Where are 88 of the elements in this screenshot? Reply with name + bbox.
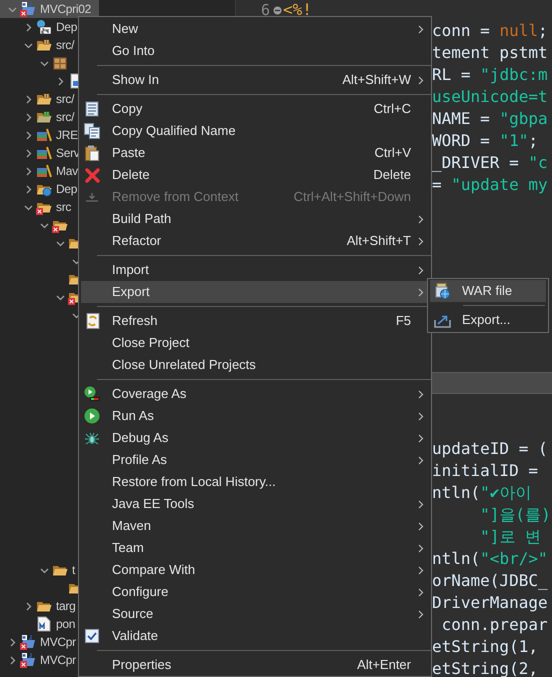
code-text: conn = null;	[432, 20, 548, 42]
tree-item[interactable]: pon	[0, 615, 84, 633]
menu-item[interactable]: WAR file	[430, 280, 546, 302]
archive-globe-icon	[434, 283, 450, 299]
chevron-right-icon[interactable]	[24, 148, 32, 158]
menu-item[interactable]: Validate	[81, 625, 429, 647]
code-text: useUnicode=t	[432, 86, 548, 108]
menu-item[interactable]: Go Into	[81, 40, 429, 62]
code-text: <%!	[283, 0, 312, 21]
code-text: RL = "jdbc:m	[432, 64, 548, 86]
tree-item[interactable]: targ	[0, 597, 84, 615]
chevron-right-icon[interactable]	[24, 22, 32, 32]
code-text: initialID =	[432, 460, 539, 482]
chevron-down-icon[interactable]	[8, 4, 16, 14]
code-text: orName(JDBC_	[432, 570, 548, 592]
code-text: etString(1,	[432, 636, 538, 658]
tree-item[interactable]: MVCpri02	[0, 0, 99, 18]
menu-item[interactable]: Configure	[81, 581, 429, 603]
menu-item[interactable]: Source	[81, 603, 429, 625]
code-text: tement pstmt	[432, 42, 548, 64]
tree-item[interactable]: t	[0, 561, 84, 579]
chevron-down-icon[interactable]	[40, 58, 48, 68]
code-text: = "update my	[432, 174, 548, 196]
menu-item[interactable]: Properties Alt+Enter	[81, 654, 429, 676]
code-text: conn.prepar	[440, 614, 548, 636]
chevron-down-icon[interactable]	[56, 238, 64, 248]
line-number: 6	[261, 0, 270, 21]
code-text: _DRIVER = "c	[432, 152, 548, 174]
tree-item[interactable]: src	[0, 198, 80, 216]
menu-item[interactable]: Import	[81, 259, 429, 281]
tree-item[interactable]: src/	[0, 90, 82, 108]
refresh-icon	[84, 313, 100, 329]
chevron-down-icon[interactable]	[40, 220, 48, 230]
code-text: updateID = (	[432, 438, 548, 460]
menu-item[interactable]: Close Unrelated Projects	[81, 354, 429, 376]
code-text: ntln("<br/>"	[432, 548, 548, 570]
menu-item[interactable]: Profile As	[81, 449, 429, 471]
menu-item[interactable]: Maven	[81, 515, 429, 537]
menu-item[interactable]: Refactor Alt+Shift+T	[81, 230, 429, 252]
tree-item[interactable]: src/	[0, 108, 82, 126]
code-text: ntln("✔아이	[432, 482, 532, 504]
menu-item[interactable]: Debug As	[81, 427, 429, 449]
menu-item[interactable]: Coverage As	[81, 383, 429, 405]
chevron-right-icon[interactable]	[24, 112, 32, 122]
code-text: WORD = "1";	[432, 130, 538, 152]
copy-icon	[84, 123, 100, 139]
menu-item[interactable]: Run As	[81, 405, 429, 427]
menu-item[interactable]: Copy Ctrl+C	[81, 98, 429, 120]
chevron-down-icon[interactable]	[24, 202, 32, 212]
code-text: "]을(를)	[479, 504, 551, 526]
chevron-right-icon[interactable]	[56, 76, 64, 86]
chevron-right-icon[interactable]	[24, 166, 32, 176]
chevron-right-icon[interactable]	[24, 602, 32, 610]
clipboard-icon	[85, 145, 99, 161]
copy-icon	[85, 101, 99, 117]
chevron-down-icon[interactable]	[24, 40, 32, 50]
tree-item[interactable]: MVCpr	[0, 633, 84, 651]
chevron-right-icon[interactable]	[8, 656, 16, 664]
run-icon	[84, 408, 100, 424]
menu-item[interactable]: Close Project	[81, 332, 429, 354]
code-text: NAME = "gbpa	[432, 108, 548, 130]
code-text: "]로 변	[479, 526, 542, 548]
arrow-icon	[85, 192, 99, 202]
menu-item[interactable]: Export...	[430, 309, 546, 331]
code-text: DriverManage	[432, 592, 548, 614]
export-icon	[434, 312, 450, 328]
chevron-right-icon[interactable]	[24, 130, 32, 140]
fold-icon[interactable]	[273, 6, 282, 14]
menu-item[interactable]: Paste Ctrl+V	[81, 142, 429, 164]
chevron-right-icon[interactable]	[24, 184, 32, 194]
menu-item[interactable]: Refresh F5	[81, 310, 429, 332]
coverage-icon	[84, 386, 100, 402]
menu-item[interactable]: Export	[81, 281, 429, 303]
tree-item[interactable]: src/	[0, 36, 82, 54]
menu-item[interactable]: Show In Alt+Shift+W	[81, 69, 429, 91]
menu-item[interactable]: Team	[81, 537, 429, 559]
menu-item[interactable]: Java EE Tools	[81, 493, 429, 515]
chevron-down-icon[interactable]	[56, 292, 64, 302]
bug-icon	[84, 430, 100, 446]
menu-item[interactable]: Compare With	[81, 559, 429, 581]
tree-item[interactable]: MVCpr	[0, 651, 84, 669]
checkbox-icon[interactable]	[85, 629, 99, 643]
menu-item[interactable]: Build Path	[81, 208, 429, 230]
delete-icon	[84, 168, 100, 182]
chevron-right-icon[interactable]	[24, 94, 32, 104]
chevron-down-icon[interactable]	[40, 566, 48, 574]
chevron-right-icon[interactable]	[8, 638, 16, 646]
menu-item[interactable]: Restore from Local History...	[81, 471, 429, 493]
